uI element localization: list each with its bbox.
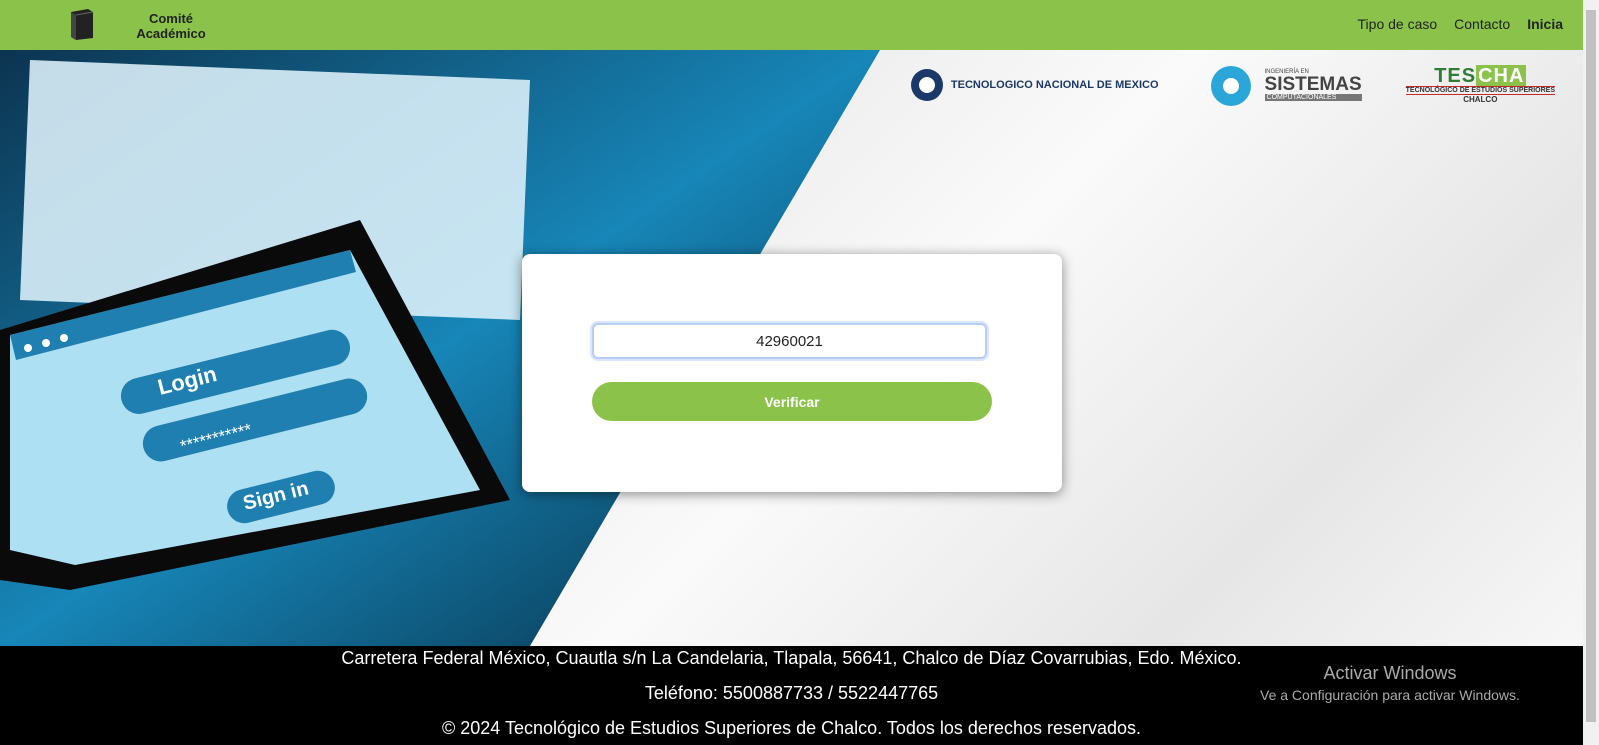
book-icon	[71, 9, 94, 40]
scrollbar-thumb[interactable]	[1586, 10, 1596, 722]
tescha-tes: TES	[1434, 65, 1477, 87]
tablet-dot-icon	[42, 339, 50, 347]
code-input[interactable]	[592, 323, 987, 359]
institution-logos: TECNOLOGICO NACIONAL DE MEXICO INGENIERÍ…	[909, 60, 1555, 110]
footer-copyright: © 2024 Tecnológico de Estudios Superiore…	[441, 718, 1142, 738]
tescha-cha: CHA	[1476, 65, 1527, 87]
tescha-logo: TES CHA TECNOLÓGICO DE ESTUDIOS SUPERIORE…	[1405, 65, 1555, 104]
nav-contacto[interactable]: Contacto	[1454, 16, 1510, 32]
verification-card: Verificar	[522, 254, 1062, 492]
tecnm-logo: TECNOLOGICO NACIONAL DE MEXICO	[909, 60, 1159, 110]
sistemas-logo-text: SISTEMAS	[1264, 74, 1362, 95]
gear-icon	[910, 69, 943, 101]
tescha-city: CHALCO	[1463, 95, 1498, 104]
brand-line2: Académico	[136, 26, 206, 41]
gear-icon	[1210, 66, 1251, 106]
brand-line1: Comité	[148, 11, 194, 26]
activation-subtitle: Ve a Configuración para activar Windows.	[1260, 687, 1520, 703]
tescha-line: TECNOLÓGICO DE ESTUDIOS SUPERIORES	[1405, 86, 1555, 95]
brand-title: Comité Académico	[116, 11, 226, 41]
nav-inicia[interactable]: Inicia	[1527, 16, 1563, 32]
windows-activation-watermark: Activar Windows Ve a Configuración para …	[1260, 663, 1520, 703]
activation-title: Activar Windows	[1323, 663, 1457, 683]
sistemas-logo: INGENIERÍA EN SISTEMAS COMPUTACIONALES	[1203, 62, 1362, 108]
sistemas-logo-sub: COMPUTACIONALES	[1264, 94, 1362, 101]
nav-links: Tipo de caso Contacto Inicia	[1358, 16, 1563, 32]
nav-tipo-de-caso[interactable]: Tipo de caso	[1358, 16, 1438, 32]
tablet-dot-icon	[60, 334, 68, 342]
verify-button[interactable]: Verificar	[592, 382, 992, 421]
brand[interactable]: Comité Académico	[68, 8, 206, 41]
tecnm-logo-text: TECNOLOGICO NACIONAL DE MEXICO	[950, 79, 1159, 91]
vertical-scrollbar[interactable]	[1583, 0, 1599, 745]
tablet-dot-icon	[24, 344, 32, 352]
top-navbar: Comité Académico Tipo de caso Contacto I…	[0, 0, 1583, 50]
footer: Carretera Federal México, Cuautla s/n La…	[0, 646, 1583, 745]
